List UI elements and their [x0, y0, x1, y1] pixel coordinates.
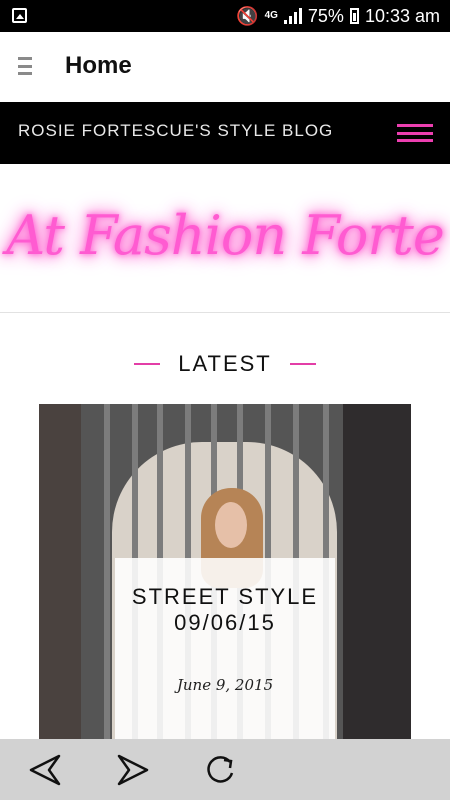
model-face	[215, 502, 247, 548]
card-photo-wall-right	[343, 404, 411, 739]
card-photo-wall-left	[39, 404, 81, 739]
site-logo[interactable]: At Fashion Forte	[0, 204, 450, 267]
gate-bar	[104, 404, 110, 739]
post-title[interactable]: STREET STYLE 09/06/15	[115, 584, 335, 636]
status-right: 🔇 4G 75% 10:33 am	[236, 0, 440, 32]
post-overlay: STREET STYLE 09/06/15 June 9, 2015	[115, 558, 335, 739]
battery-icon	[349, 8, 359, 24]
bottom-nav	[0, 739, 450, 800]
refresh-icon[interactable]	[203, 753, 239, 787]
post-card[interactable]: STREET STYLE 09/06/15 June 9, 2015	[39, 404, 411, 739]
section-rule-right	[289, 363, 316, 365]
battery-percent: 75%	[307, 5, 344, 26]
blog-header: ROSIE FORTESCUE'S STYLE BLOG	[0, 102, 450, 164]
clock: 10:33 am	[364, 5, 440, 26]
blog-title[interactable]: ROSIE FORTESCUE'S STYLE BLOG	[18, 121, 333, 141]
hamburger-icon[interactable]	[397, 124, 433, 142]
menu-icon[interactable]	[18, 57, 32, 75]
forward-arrow-icon[interactable]	[115, 753, 151, 787]
app-bar: Home	[0, 32, 450, 102]
back-arrow-icon[interactable]	[27, 753, 63, 787]
section-title: LATEST	[178, 351, 272, 376]
network-type: 4G	[264, 10, 278, 21]
vibrate-mute-icon: 🔇	[236, 5, 259, 26]
status-bar: 🔇 4G 75% 10:33 am	[0, 0, 450, 32]
section-header: LATEST	[0, 347, 450, 381]
signal-icon	[283, 8, 302, 24]
post-date: June 9, 2015	[176, 676, 274, 694]
gallery-icon	[12, 8, 27, 23]
section-rule-left	[134, 363, 161, 365]
logo-banner: At Fashion Forte	[0, 164, 450, 313]
page-title: Home	[65, 52, 132, 79]
